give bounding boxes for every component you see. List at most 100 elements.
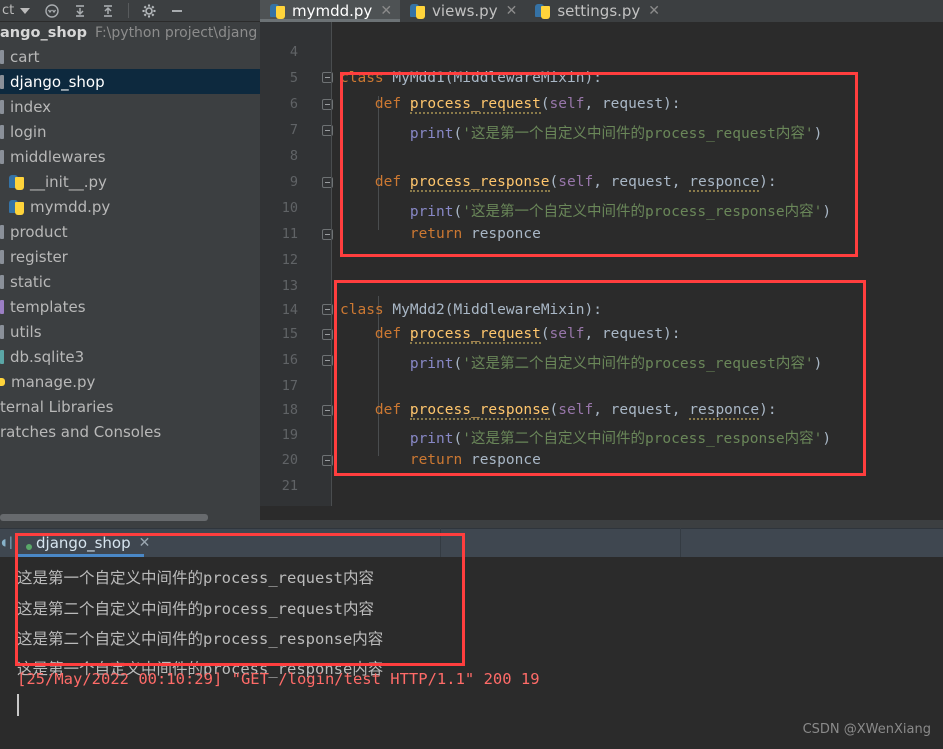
token-param: request (610, 174, 672, 190)
tree-item-middlewares[interactable]: middlewares (0, 144, 260, 169)
tree-item-manage-py[interactable]: manage.py (0, 369, 260, 394)
tree-item-label: templates (10, 297, 86, 316)
tree-item-login[interactable]: login (0, 119, 260, 144)
collapse-all-icon[interactable] (72, 3, 88, 19)
token-param: responce (689, 174, 760, 192)
token-keyword: class (340, 302, 384, 318)
token-self: self (549, 326, 585, 342)
token-string: '这是第一个自定义中间件的process_response内容' (462, 204, 823, 220)
tree-item-templates[interactable]: templates (0, 294, 260, 319)
sidebar-horizontal-scrollbar[interactable] (0, 512, 260, 522)
code-line-7: print('这是第一个自定义中间件的process_request内容') (409, 126, 823, 142)
console-tabbar-divider-1 (440, 528, 441, 557)
gutter-line-number: 18 (281, 402, 298, 418)
editor-tab-label: views.py (432, 2, 498, 20)
token-self: self (558, 174, 594, 190)
close-icon[interactable]: ✕ (139, 535, 151, 551)
gutter-line-number: 11 (281, 226, 298, 242)
tree-item-label: utils (10, 322, 42, 341)
toolbar-divider (128, 3, 130, 18)
gutter-line-number: 9 (289, 174, 298, 190)
tree-item-static[interactable]: static (0, 269, 260, 294)
tree-item-ternal-libraries[interactable]: ternal Libraries (0, 394, 260, 419)
gutter-line-number: 6 (289, 96, 298, 112)
code-line-9: def process_response(self, request, resp… (374, 174, 777, 192)
token-keyword: def (374, 402, 402, 418)
token-keyword: class (340, 70, 384, 86)
editor-tab-mymdd-py[interactable]: mymdd.py ✕ (260, 0, 401, 22)
toolbar-icon-group (44, 3, 185, 19)
console-caret (17, 694, 19, 716)
gutter-line-number: 14 (281, 302, 298, 318)
token-self: self (558, 402, 594, 418)
token-classname: MyMdd1 (392, 70, 445, 86)
expand-all-icon[interactable] (100, 3, 116, 19)
token-builtin-print: print (409, 356, 454, 372)
token-baseclass: MiddlewareMixin (453, 70, 585, 86)
close-icon[interactable]: ✕ (378, 4, 392, 18)
tree-item-label: static (10, 272, 52, 291)
running-status-dot (26, 544, 32, 550)
folder-icon (0, 274, 4, 289)
code-content[interactable]: class MyMdd1(MiddlewareMixin): def proce… (332, 22, 943, 506)
python-file-icon (9, 174, 25, 190)
scrollbar-thumb[interactable] (0, 514, 208, 521)
python-file-icon (9, 199, 25, 215)
console-top-divider (0, 528, 943, 529)
gutter-line-number: 15 (281, 326, 298, 342)
token-string: '这是第二个自定义中间件的process_response内容' (462, 431, 823, 447)
chevron-down-icon[interactable] (20, 7, 31, 14)
token-baseclass: MiddlewareMixin (453, 302, 585, 318)
settings-gear-icon[interactable] (141, 3, 157, 19)
close-icon[interactable]: ✕ (646, 4, 660, 18)
run-console[interactable]: 这是第一个自定义中间件的process_request内容 这是第二个自定义中间件… (0, 557, 943, 749)
tree-item-label: cart (10, 47, 40, 66)
tree-item-label: index (10, 97, 52, 116)
tree-item-product[interactable]: product (0, 219, 260, 244)
gutter-line-number: 12 (281, 252, 298, 268)
editor-gutter: 4 5 6 7 8 9 10 11 12 13 14 15 16 17 18 19 20 21 (260, 22, 333, 506)
editor-bottom-strip (260, 506, 943, 528)
editor-tab-label: settings.py (557, 2, 641, 20)
project-root-row[interactable]: ango_shop F:\python project\djang (0, 22, 260, 44)
tree-item-index[interactable]: index (0, 94, 260, 119)
tree-item-mymdd-py[interactable]: mymdd.py (0, 194, 260, 219)
tree-item-register[interactable]: register (0, 244, 260, 269)
close-icon[interactable]: ✕ (504, 4, 518, 18)
console-tab-label: django_shop (36, 533, 131, 552)
console-tabbar: ◖| django_shop ✕ (0, 528, 943, 557)
tree-item--init-py[interactable]: __init__.py (0, 169, 260, 194)
token-string: '这是第一个自定义中间件的process_request内容' (462, 126, 814, 142)
console-tab-django-shop[interactable]: django_shop ✕ (22, 528, 158, 557)
code-line-14: class MyMdd2(MiddlewareMixin): (340, 302, 602, 318)
token-function-name: process_response (409, 174, 550, 192)
project-tree[interactable]: cart django_shopindex login middlewares __in… (0, 44, 260, 506)
code-editor[interactable]: 4 5 6 7 8 9 10 11 12 13 14 15 16 17 18 19 20 21 class MyM… (260, 22, 943, 506)
python-file-icon (410, 3, 426, 19)
folder-icon (0, 74, 4, 89)
token-self: self (549, 96, 585, 112)
folder-icon (0, 99, 4, 114)
run-tool-icon[interactable]: ◖| (0, 535, 14, 551)
gutter-line-number: 10 (281, 200, 298, 216)
tree-item-utils[interactable]: utils (0, 319, 260, 344)
code-line-10: print('这是第一个自定义中间件的process_response内容') (409, 204, 832, 220)
gutter-line-number: 4 (289, 44, 298, 60)
editor-tab-settings-py[interactable]: settings.py ✕ (525, 0, 668, 22)
tree-item-label: middlewares (10, 147, 106, 166)
editor-tab-views-py[interactable]: views.py ✕ (400, 0, 525, 22)
locate-icon[interactable] (44, 3, 60, 19)
tree-item-label: __init__.py (30, 172, 107, 191)
tree-item-label: product (10, 222, 68, 241)
tree-item-label: ratches and Consoles (0, 422, 162, 441)
hide-panel-icon[interactable] (169, 3, 185, 19)
gutter-line-number: 16 (281, 352, 298, 368)
project-tool-label: ct (2, 3, 15, 18)
token-param: request (601, 96, 664, 112)
tree-item-cart[interactable]: cart (0, 44, 260, 69)
tree-item-django-shop[interactable]: django_shop (0, 69, 260, 94)
console-output-line: 这是第二个自定义中间件的process_request内容 (17, 600, 374, 618)
tree-item-ratches-and-consoles[interactable]: ratches and Consoles (0, 419, 260, 444)
code-line-20: return responce (340, 452, 541, 468)
tree-item-db-sqlite3[interactable]: db.sqlite3 (0, 344, 260, 369)
